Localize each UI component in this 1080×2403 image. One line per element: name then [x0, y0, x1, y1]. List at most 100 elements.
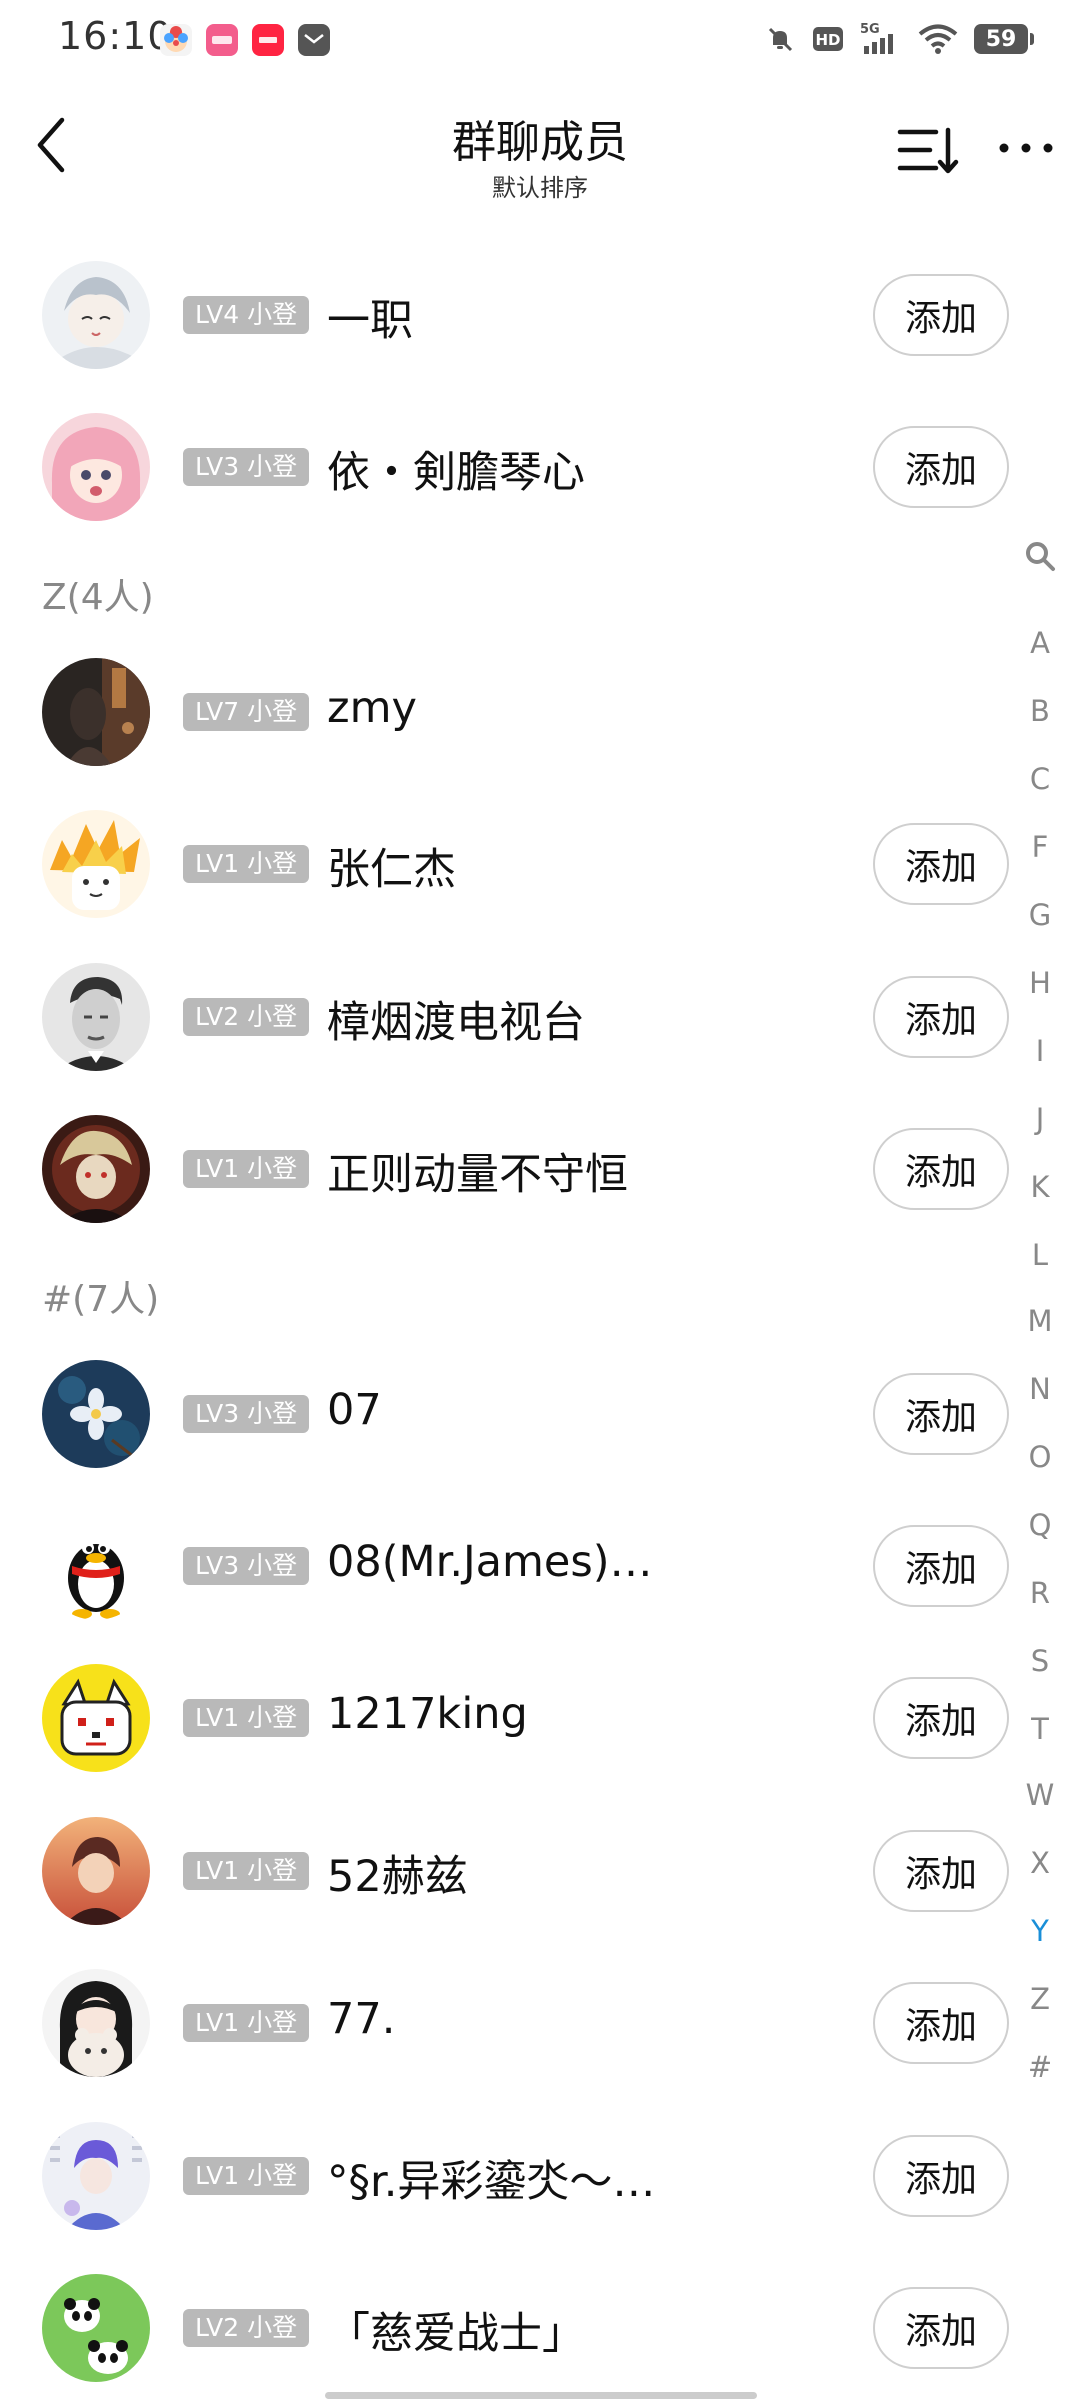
- sort-button[interactable]: [896, 124, 960, 178]
- add-friend-button[interactable]: 添加: [873, 1525, 1009, 1607]
- level-badge: LV1 小登: [183, 1699, 310, 1737]
- add-friend-button[interactable]: 添加: [873, 1982, 1009, 2064]
- avatar[interactable]: [42, 2122, 150, 2230]
- mute-icon: [764, 23, 796, 55]
- index-letter[interactable]: R: [1020, 1576, 1060, 1610]
- member-row[interactable]: LV2 小登 樟烟渡电视台 添加: [0, 942, 1009, 1092]
- notification-icons: [160, 24, 330, 56]
- add-friend-button[interactable]: 添加: [873, 2287, 1009, 2369]
- index-letter[interactable]: T: [1020, 1712, 1060, 1746]
- member-row[interactable]: LV1 小登 1217king 添加: [0, 1643, 1009, 1793]
- sort-icon: [897, 127, 959, 174]
- section-header: Z(4人): [42, 577, 154, 618]
- index-letter[interactable]: Q: [1020, 1508, 1060, 1542]
- member-row[interactable]: LV3 小登 07 添加: [0, 1339, 1009, 1489]
- member-row[interactable]: LV1 小登 77. 添加: [0, 1948, 1009, 2098]
- xiaohongshu-app-icon: [252, 24, 284, 56]
- mail-icon: [298, 24, 330, 56]
- index-letter[interactable]: S: [1020, 1644, 1060, 1678]
- avatar[interactable]: [42, 810, 150, 918]
- index-letter[interactable]: I: [1020, 1034, 1060, 1068]
- index-letter[interactable]: Z: [1020, 1982, 1060, 2016]
- member-name: °§r.异彩鎏氼～…: [327, 2157, 656, 2207]
- section-header: #(7人): [42, 1279, 160, 1320]
- index-letter[interactable]: H: [1020, 966, 1060, 1000]
- avatar[interactable]: [42, 658, 150, 766]
- index-letter[interactable]: F: [1020, 830, 1060, 864]
- level-badge: LV1 小登: [183, 1150, 310, 1188]
- avatar[interactable]: [42, 413, 150, 521]
- add-friend-button[interactable]: 添加: [873, 976, 1009, 1058]
- home-indicator[interactable]: [325, 2392, 757, 2399]
- lofter-app-icon: [206, 24, 238, 56]
- member-row[interactable]: LV3 小登 08(Mr.James)… 添加: [0, 1491, 1009, 1641]
- more-button[interactable]: [998, 128, 1054, 168]
- level-badge: LV1 小登: [183, 2157, 310, 2195]
- member-name: 依・剣膽琴心: [327, 448, 585, 498]
- index-letter[interactable]: #: [1020, 2050, 1060, 2084]
- member-name: 张仁杰: [327, 845, 456, 895]
- avatar[interactable]: [42, 261, 150, 369]
- avatar[interactable]: [42, 1115, 150, 1223]
- member-name: 77.: [327, 1994, 396, 2044]
- avatar[interactable]: [42, 2274, 150, 2382]
- index-letter[interactable]: B: [1020, 694, 1060, 728]
- index-letter[interactable]: W: [1020, 1778, 1060, 1812]
- level-badge: LV1 小登: [183, 1852, 310, 1890]
- index-letter[interactable]: N: [1020, 1372, 1060, 1406]
- member-row[interactable]: LV7 小登 zmy: [0, 637, 1000, 787]
- add-friend-button[interactable]: 添加: [873, 1677, 1009, 1759]
- level-badge: LV1 小登: [183, 845, 310, 883]
- battery-icon: 59: [974, 24, 1034, 54]
- level-badge: LV7 小登: [183, 693, 310, 731]
- member-row[interactable]: LV1 小登 °§r.异彩鎏氼～… 添加: [0, 2101, 1009, 2251]
- level-badge: LV2 小登: [183, 2309, 310, 2347]
- index-letter[interactable]: K: [1020, 1170, 1060, 1204]
- index-letter[interactable]: J: [1020, 1102, 1060, 1136]
- add-friend-button[interactable]: 添加: [873, 1830, 1009, 1912]
- avatar[interactable]: [42, 1817, 150, 1925]
- avatar[interactable]: [42, 1360, 150, 1468]
- member-row[interactable]: LV1 小登 正则动量不守恒 添加: [0, 1094, 1009, 1244]
- index-letter[interactable]: O: [1020, 1440, 1060, 1474]
- add-friend-button[interactable]: 添加: [873, 1128, 1009, 1210]
- index-letter[interactable]: M: [1020, 1304, 1060, 1338]
- member-name: zmy: [327, 683, 417, 733]
- member-row[interactable]: LV3 小登 依・剣膽琴心 添加: [0, 392, 1009, 542]
- status-bar: 16:10 HD 5G 59: [0, 0, 1080, 84]
- member-name: 07: [327, 1385, 382, 1435]
- index-letter[interactable]: G: [1020, 898, 1060, 932]
- search-icon[interactable]: [1024, 540, 1056, 576]
- index-letter[interactable]: C: [1020, 762, 1060, 796]
- svg-text:5G: 5G: [860, 22, 880, 37]
- member-row[interactable]: LV4 小登 一职 添加: [0, 240, 1009, 390]
- member-row[interactable]: LV2 小登 「慈爱战士」 添加: [0, 2253, 1009, 2403]
- index-letter[interactable]: L: [1020, 1238, 1060, 1272]
- add-friend-button[interactable]: 添加: [873, 426, 1009, 508]
- title-bar: 群聊成员 默认排序: [0, 84, 1080, 214]
- index-letter-active[interactable]: Y: [1020, 1914, 1060, 1948]
- avatar[interactable]: [42, 1664, 150, 1772]
- avatar[interactable]: [42, 963, 150, 1071]
- member-name: 樟烟渡电视台: [327, 998, 585, 1048]
- wifi-icon: [918, 23, 958, 55]
- member-name: 08(Mr.James)…: [327, 1537, 653, 1587]
- member-row[interactable]: LV1 小登 张仁杰 添加: [0, 789, 1009, 939]
- svg-text:HD: HD: [815, 31, 840, 49]
- index-letter[interactable]: X: [1020, 1846, 1060, 1880]
- member-name: 一职: [327, 296, 413, 346]
- level-badge: LV2 小登: [183, 998, 310, 1036]
- member-name: 「慈爱战士」: [327, 2309, 585, 2359]
- level-badge: LV4 小登: [183, 296, 310, 334]
- index-letter[interactable]: A: [1020, 626, 1060, 660]
- member-row[interactable]: LV1 小登 52赫兹 添加: [0, 1796, 1009, 1946]
- add-friend-button[interactable]: 添加: [873, 2135, 1009, 2217]
- clown-app-icon: [160, 24, 192, 56]
- add-friend-button[interactable]: 添加: [873, 1373, 1009, 1455]
- member-name: 正则动量不守恒: [327, 1150, 628, 1200]
- level-badge: LV1 小登: [183, 2004, 310, 2042]
- add-friend-button[interactable]: 添加: [873, 823, 1009, 905]
- add-friend-button[interactable]: 添加: [873, 274, 1009, 356]
- avatar[interactable]: [42, 1969, 150, 2077]
- avatar[interactable]: [42, 1512, 150, 1620]
